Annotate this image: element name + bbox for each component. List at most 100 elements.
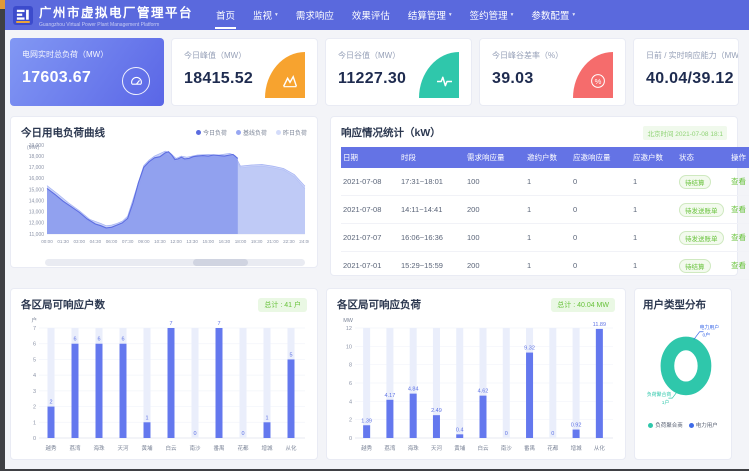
nav-item-contract[interactable]: 签约管理▾ [461, 0, 523, 30]
dashboard-content: 电网实时总负荷（MW）17603.67今日峰值（MW）18415.52今日谷值（… [5, 30, 749, 469]
svg-text:0: 0 [241, 431, 244, 437]
bar-band [264, 328, 271, 438]
brand: 广州市虚拟电厂管理平台 Guangzhou Virtual Power Plan… [39, 2, 193, 28]
view-link[interactable]: 查看 [731, 233, 746, 242]
svg-text:白云: 白云 [477, 444, 489, 452]
nav-item-monitor[interactable]: 监视▾ [244, 0, 287, 30]
table-cell: 1 [525, 196, 571, 224]
chevron-down-icon: ▾ [572, 12, 575, 18]
table-cell: 1 [631, 196, 677, 224]
nav-item-demand-response[interactable]: 需求响应 [287, 0, 343, 30]
status-badge: 待结算 [679, 175, 711, 189]
svg-text:6: 6 [121, 337, 124, 343]
bar-band [573, 328, 580, 438]
bar-band [144, 328, 151, 438]
column-header: 应邀响应量 [571, 147, 631, 168]
svg-text:荔湾: 荔湾 [384, 444, 396, 452]
view-link[interactable]: 查看 [731, 205, 746, 214]
table-cell: 查看 [729, 224, 749, 252]
svg-text:0: 0 [349, 436, 352, 442]
table-cell: 2021-07-07 [341, 224, 399, 252]
nav-item-home[interactable]: 首页 [207, 0, 244, 30]
svg-text:0: 0 [551, 431, 554, 437]
bar-天河 [120, 344, 127, 438]
svg-text:15:00: 15:00 [203, 239, 215, 244]
view-link[interactable]: 查看 [731, 177, 746, 186]
nav-item-parameter-config[interactable]: 参数配置▾ [522, 0, 584, 30]
legend-item-今日负荷[interactable]: 今日负荷 [196, 128, 227, 137]
svg-text:4.17: 4.17 [385, 393, 396, 399]
response-stats-panel: 响应情况统计（kW） 北京时间 2021-07-08 18:1 日期时段需求响应… [330, 116, 738, 276]
view-link[interactable]: 查看 [731, 261, 746, 270]
legend-label: 今日负荷 [203, 128, 227, 137]
bar-黄埔 [144, 422, 151, 438]
svg-text:1: 1 [265, 415, 268, 421]
svg-text:9.32: 9.32 [524, 346, 535, 352]
column-header: 操作 [729, 147, 749, 168]
bar-band [456, 328, 463, 438]
table-cell: 待发送账单 [677, 196, 729, 224]
app-title: 广州市虚拟电厂管理平台 [39, 2, 193, 21]
status-badge: 待发送账单 [679, 203, 724, 217]
nav-item-label: 签约管理 [470, 8, 508, 22]
bar-白云 [480, 396, 487, 438]
nav-item-settlement[interactable]: 结算管理▾ [399, 0, 461, 30]
svg-text:13:30: 13:30 [186, 239, 198, 244]
svg-text:0.92: 0.92 [571, 423, 582, 429]
svg-text:1.39: 1.39 [361, 418, 372, 424]
column-header: 日期 [341, 147, 399, 168]
bar-band [192, 328, 199, 438]
nav-item-label: 结算管理 [408, 8, 446, 22]
svg-text:8: 8 [349, 363, 352, 369]
district-users-total-badge: 总计 : 41 户 [258, 298, 307, 312]
bar-越秀 [363, 425, 370, 438]
legend-label: 基线负荷 [243, 128, 267, 137]
main-nav: 首页监视▾需求响应效果评估结算管理▾签约管理▾参数配置▾ [207, 0, 584, 30]
load-curve-chart: (MW)11,00012,00013,00014,00015,00016,000… [21, 140, 309, 252]
chevron-down-icon: ▾ [449, 12, 452, 18]
legend-dot-icon [276, 130, 281, 135]
legend-dot-icon [648, 423, 653, 428]
legend-item-基线负荷[interactable]: 基线负荷 [236, 128, 267, 137]
svg-text:15,000: 15,000 [29, 187, 45, 193]
svg-text:天河: 天河 [431, 444, 443, 452]
legend-item-昨日负荷[interactable]: 昨日负荷 [276, 128, 307, 137]
logo-accent-bar [16, 21, 30, 23]
svg-text:19:30: 19:30 [251, 239, 263, 244]
nav-item-effect-evaluation[interactable]: 效果评估 [343, 0, 399, 30]
svg-text:负荷聚合商: 负荷聚合商 [647, 391, 671, 398]
svg-text:南沙: 南沙 [501, 444, 513, 452]
legend-dot-icon [236, 130, 241, 135]
bar-增城 [573, 430, 580, 438]
table-row: 2021-07-0716:06~16:36100101待发送账单查看 [341, 224, 749, 252]
table-cell: 2021-07-01 [341, 252, 399, 280]
svg-text:越秀: 越秀 [361, 444, 373, 452]
table-cell: 1 [525, 224, 571, 252]
svg-text:0: 0 [505, 431, 508, 437]
table-cell: 0 [571, 168, 631, 196]
response-stats-title: 响应情况统计（kW） [341, 125, 441, 140]
window-edge-strip [0, 0, 5, 471]
top-navbar: 广州市虚拟电厂管理平台 Guangzhou Virtual Power Plan… [5, 0, 749, 30]
table-cell: 查看 [729, 196, 749, 224]
svg-text:2: 2 [49, 400, 52, 406]
svg-text:4: 4 [349, 399, 352, 405]
svg-text:24:00: 24:00 [299, 239, 309, 244]
user-type-legend: 负荷聚合商电力用户 [643, 421, 723, 429]
bar-band [240, 328, 247, 438]
legend-item-电力用户[interactable]: 电力用户 [689, 421, 718, 429]
datazoom-slider[interactable] [45, 259, 305, 266]
column-header: 状态 [677, 147, 729, 168]
table-cell: 200 [465, 196, 525, 224]
district-users-chart: 户012345672越秀6荔湾6海珠6天河1黄埔7白云0南沙7番禺0花都1增城5… [21, 314, 309, 454]
datazoom-handle[interactable] [193, 259, 248, 266]
status-badge: 待结算 [679, 259, 711, 273]
table-cell: 1 [631, 168, 677, 196]
table-cell: 200 [465, 252, 525, 280]
bar-番禺 [526, 353, 533, 438]
svg-text:12: 12 [346, 326, 352, 332]
svg-text:从化: 从化 [594, 444, 606, 452]
legend-item-负荷聚合商[interactable]: 负荷聚合商 [648, 421, 683, 429]
bar-荔湾 [386, 400, 393, 438]
svg-text:2: 2 [33, 405, 36, 411]
